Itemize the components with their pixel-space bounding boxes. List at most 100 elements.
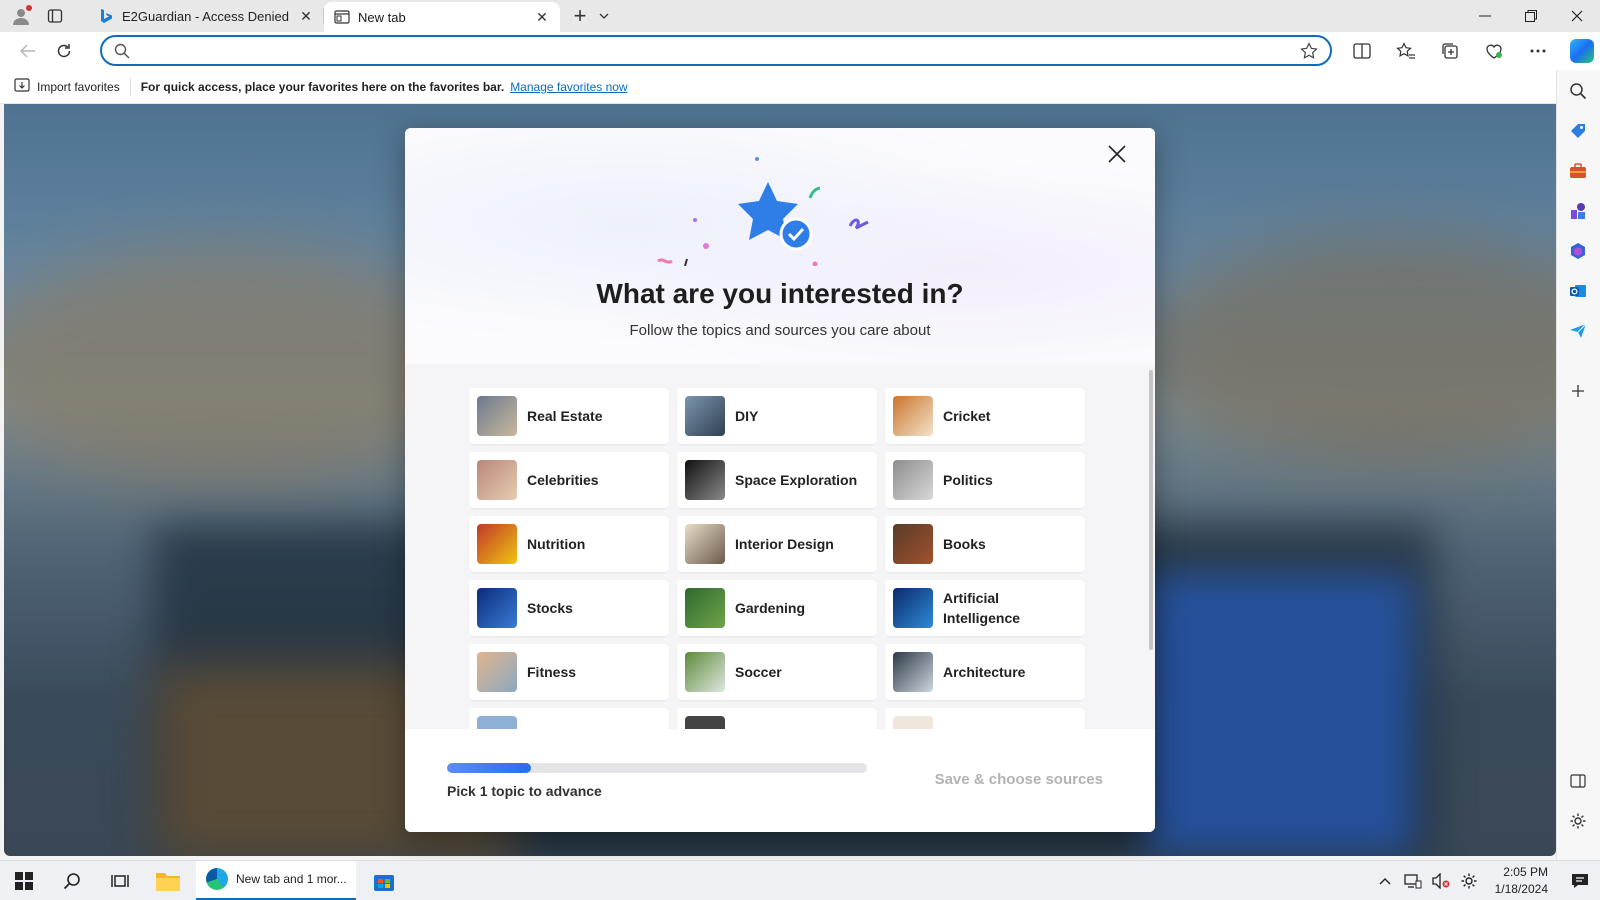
search-icon[interactable] — [48, 861, 96, 900]
topic-label: Fitness — [527, 664, 577, 680]
topic-thumbnail — [685, 652, 725, 692]
topic-thumbnail — [685, 396, 725, 436]
bing-icon — [98, 8, 114, 24]
topic-thumbnail — [685, 460, 725, 500]
topic-thumbnail — [893, 588, 933, 628]
refresh-button[interactable] — [46, 35, 82, 67]
close-tab-icon[interactable]: ✕ — [298, 8, 314, 24]
file-explorer-icon[interactable] — [144, 861, 192, 900]
store-icon[interactable] — [360, 861, 408, 900]
topic-label: Soccer — [735, 664, 782, 680]
send-icon[interactable] — [1567, 320, 1589, 342]
games-icon[interactable] — [1567, 200, 1589, 222]
tab-actions-icon[interactable] — [46, 7, 64, 25]
topic-card[interactable]: DIY — [677, 388, 877, 444]
collections-icon[interactable] — [1428, 35, 1472, 67]
topic-card[interactable]: Fitness — [469, 644, 669, 700]
topic-thumbnail — [893, 524, 933, 564]
topic-card[interactable]: Artificial Intelligence — [885, 580, 1085, 636]
topic-thumbnail — [893, 652, 933, 692]
browser-essentials-icon[interactable] — [1472, 35, 1516, 67]
scrollbar[interactable] — [1149, 370, 1153, 650]
topic-card[interactable] — [885, 708, 1085, 729]
hide-sidebar-icon[interactable] — [1567, 770, 1589, 792]
topic-card[interactable]: Gardening — [677, 580, 877, 636]
topic-thumbnail — [477, 716, 517, 729]
favorites-bar: Import favorites For quick access, place… — [0, 70, 1556, 104]
volume-muted-icon[interactable] — [1431, 871, 1451, 891]
tools-icon[interactable] — [1567, 160, 1589, 182]
outlook-icon[interactable] — [1567, 280, 1589, 302]
topic-card[interactable]: Interior Design — [677, 516, 877, 572]
topic-label: Interior Design — [735, 536, 834, 552]
copilot-icon[interactable] — [1560, 35, 1600, 67]
topic-thumbnail — [685, 716, 725, 729]
add-icon[interactable] — [1567, 380, 1589, 402]
taskbar-edge-button[interactable]: New tab and 1 mor... — [196, 860, 356, 900]
dialog-header: What are you interested in? Follow the t… — [405, 128, 1155, 364]
favorites-icon[interactable] — [1384, 35, 1428, 67]
topic-card[interactable]: Real Estate — [469, 388, 669, 444]
toolbar — [0, 32, 1600, 70]
topic-card[interactable]: Architecture — [885, 644, 1085, 700]
restore-button[interactable] — [1508, 0, 1554, 32]
dialog-subtitle: Follow the topics and sources you care a… — [629, 322, 931, 339]
manage-favorites-link[interactable]: Manage favorites now — [510, 80, 627, 94]
topic-thumbnail — [893, 716, 933, 729]
star-check-illustration — [657, 157, 869, 266]
search-icon — [114, 43, 130, 59]
address-input[interactable] — [142, 42, 1300, 59]
clock-date: 1/18/2024 — [1494, 881, 1548, 896]
gear-icon[interactable] — [1567, 810, 1589, 832]
topic-card[interactable]: Nutrition — [469, 516, 669, 572]
task-view-icon[interactable] — [96, 861, 144, 900]
new-tab-button[interactable]: + — [566, 0, 594, 32]
topic-card[interactable]: Space Exploration — [677, 452, 877, 508]
tab-new-tab[interactable]: New tab ✕ — [324, 2, 560, 32]
import-favorites-button[interactable]: Import favorites — [14, 77, 131, 96]
topic-card[interactable] — [677, 708, 877, 729]
topic-card[interactable]: Celebrities — [469, 452, 669, 508]
back-button[interactable] — [10, 35, 46, 67]
topic-card[interactable]: Soccer — [677, 644, 877, 700]
address-bar[interactable] — [100, 35, 1332, 66]
save-choose-sources-button[interactable]: Save & choose sources — [935, 771, 1103, 788]
topic-thumbnail — [893, 460, 933, 500]
start-button[interactable] — [0, 861, 48, 900]
more-options-icon[interactable] — [1516, 35, 1560, 67]
topic-label: Nutrition — [527, 536, 586, 552]
topic-label: Books — [943, 536, 986, 552]
close-window-button[interactable] — [1554, 0, 1600, 32]
split-screen-icon[interactable] — [1340, 35, 1384, 67]
tab-title: E2Guardian - Access Denied — [122, 8, 289, 24]
close-icon[interactable] — [1105, 142, 1129, 166]
system-clock[interactable]: 2:05 PM 1/18/2024 — [1495, 864, 1548, 898]
progress-fill — [447, 763, 531, 773]
shopping-icon[interactable] — [1567, 120, 1589, 142]
gear-icon[interactable] — [1459, 871, 1479, 891]
topic-card[interactable] — [469, 708, 669, 729]
topic-card[interactable]: Books — [885, 516, 1085, 572]
microsoft-365-icon[interactable] — [1567, 240, 1589, 262]
dialog-footer: Pick 1 topic to advance Save & choose so… — [405, 729, 1155, 832]
minimize-button[interactable] — [1462, 0, 1508, 32]
topic-card[interactable]: Stocks — [469, 580, 669, 636]
topic-card[interactable]: Politics — [885, 452, 1085, 508]
topic-card[interactable]: Cricket — [885, 388, 1085, 444]
search-icon[interactable] — [1567, 80, 1589, 102]
close-tab-icon[interactable]: ✕ — [534, 9, 550, 25]
topic-label: DIY — [735, 408, 759, 424]
topic-thumbnail — [477, 460, 517, 500]
topics-grid: Real Estate DIY Cricket Celebrities Space Ex… — [405, 364, 1155, 729]
chevron-down-icon[interactable] — [594, 0, 614, 32]
chevron-up-icon[interactable] — [1375, 871, 1395, 891]
notification-dot — [26, 5, 32, 11]
network-icon[interactable] — [1403, 871, 1423, 891]
topic-thumbnail — [477, 588, 517, 628]
profile-icon[interactable] — [10, 5, 32, 27]
topic-label: Gardening — [735, 600, 806, 616]
star-icon[interactable] — [1300, 41, 1318, 60]
notifications-icon[interactable] — [1570, 871, 1590, 891]
tab-e2guardian[interactable]: E2Guardian - Access Denied ✕ — [88, 0, 324, 32]
edge-sidebar — [1556, 70, 1600, 860]
